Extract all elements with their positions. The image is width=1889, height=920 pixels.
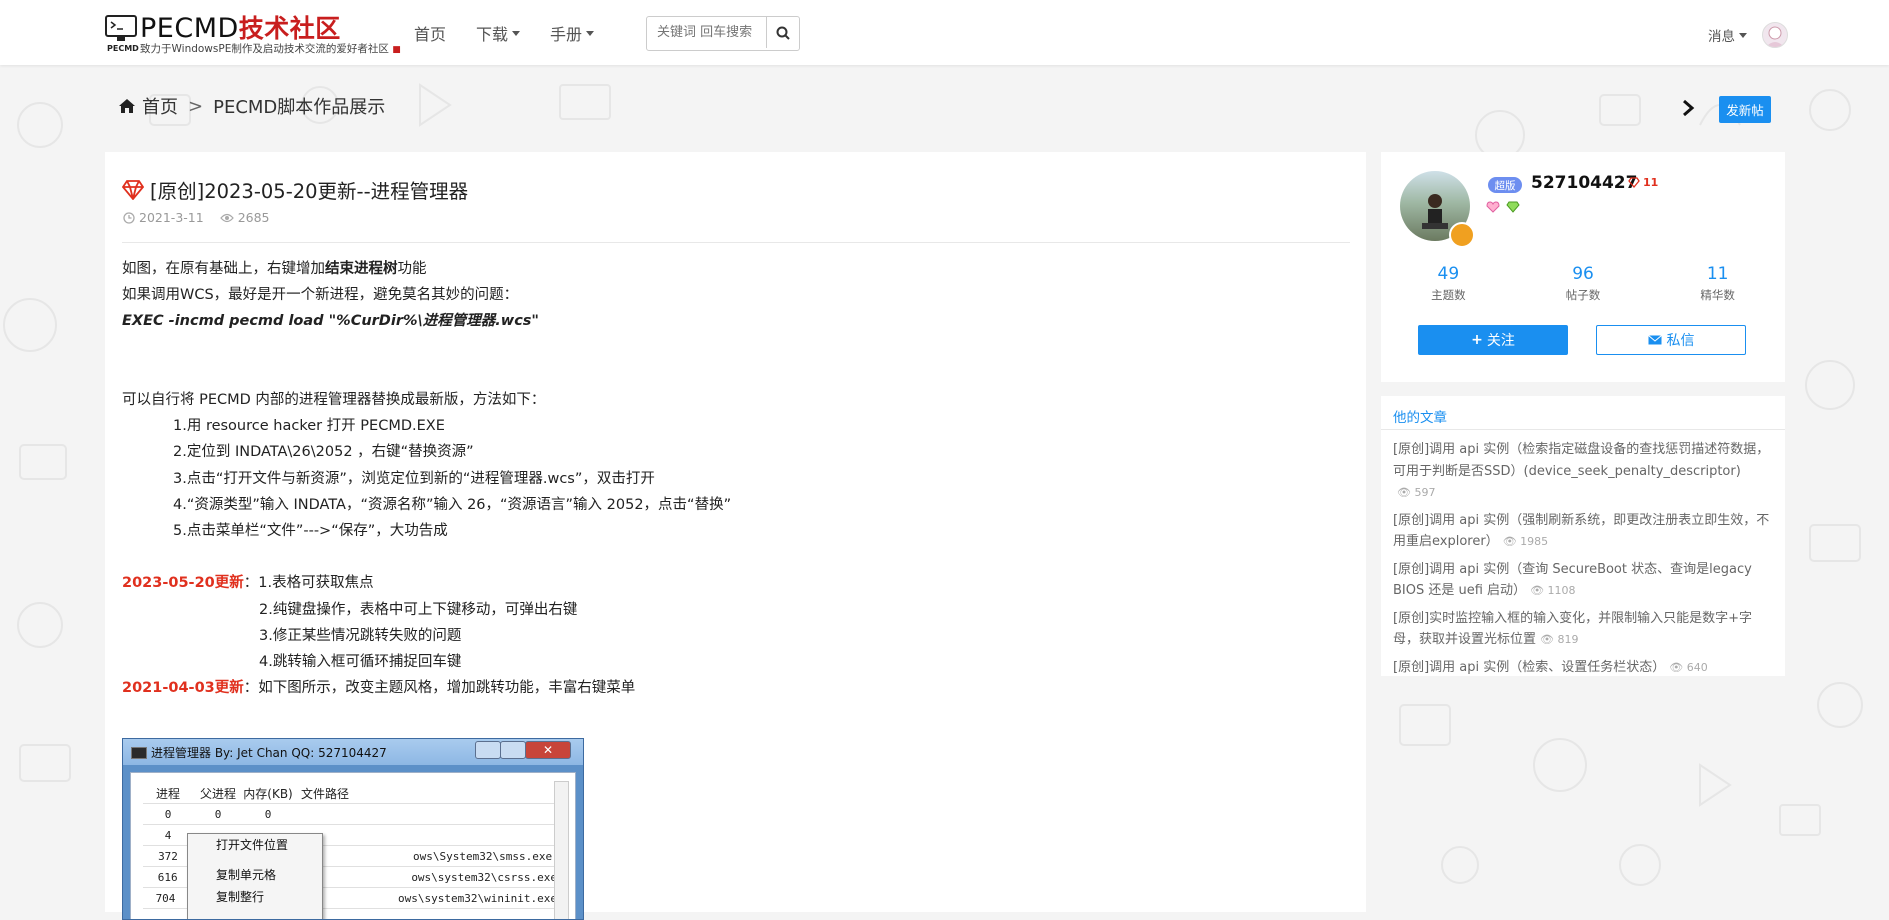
context-menu: 打开文件位置 复制单元格 复制整行: [187, 833, 323, 919]
nav-home[interactable]: 首页: [414, 21, 446, 45]
post-meta: 2021-3-11 2685: [123, 210, 270, 225]
update-line: 2023-05-20更新：1.表格可获取焦点: [122, 575, 374, 592]
top-navbar: PECMD技术社区 PECMD 致力于WindowsPE制作及启动技术交流的爱好…: [0, 0, 1889, 65]
nav-download[interactable]: 下载: [476, 21, 521, 45]
search-box: [646, 16, 800, 51]
search-input[interactable]: [647, 17, 767, 48]
screenshot-title: 进程管理器 By: Jet Chan QQ: 527104427: [151, 746, 387, 760]
main-nav: 首页 下载 手册: [414, 21, 624, 45]
screenshot-client: 进程 父进程 内存(KB) 文件路径 000 4 372 ows\System32…: [130, 772, 576, 919]
stat-posts[interactable]: 96 帖子数: [1516, 264, 1651, 303]
post-card: [原创]2023-05-20更新--进程管理器 2021-3-11 2685 如…: [105, 152, 1366, 920]
screenshot-titlebar: 进程管理器 By: Jet Chan QQ: 527104427 ✕: [123, 739, 583, 765]
scrollbar: [554, 781, 569, 919]
monitor-icon: [105, 15, 137, 41]
article-link[interactable]: [原创]实时监控输入框的输入变化，并限制输入只能是数字+字母，获取并设置光标位置…: [1393, 608, 1771, 651]
home-icon: [119, 99, 135, 113]
chevron-down-icon: [1739, 32, 1747, 38]
menu-item: 复制整行: [216, 890, 265, 904]
breadcrumb-separator: >: [188, 95, 204, 117]
article-views: 👁 640: [1669, 660, 1708, 674]
gem-icon: [1506, 201, 1520, 213]
step-item: 3.点击“打开文件与新资源”，浏览定位到新的“进程管理器.wcs”，双击打开: [173, 470, 655, 487]
divider: [122, 242, 1350, 243]
follow-button[interactable]: + 关注: [1418, 325, 1568, 355]
article-views: 👁 819: [1540, 633, 1579, 646]
post-text-line: 如果调用WCS，最好是开一个新进程，避免莫名其妙的问题：: [122, 287, 519, 304]
table-header: 进程 父进程 内存(KB) 文件路径: [143, 783, 557, 804]
breadcrumb-current[interactable]: PECMD脚本作品展示: [213, 93, 385, 119]
article-views: 👁 1108: [1530, 584, 1576, 597]
close-icon: ✕: [525, 741, 571, 759]
logo-title: PECMD技术社区: [140, 13, 341, 44]
eye-icon: [219, 213, 234, 222]
article-views: 👁 597: [1397, 486, 1436, 499]
post-views: 2685: [237, 210, 270, 225]
breadcrumb-home[interactable]: 首页: [142, 93, 178, 119]
messages-menu[interactable]: 消息: [1708, 25, 1747, 45]
update-line: 2021-04-03更新：如下图所示，改变主题风格，增加跳转功能，丰富右键菜单: [122, 680, 636, 697]
stat-threads[interactable]: 49 主题数: [1381, 264, 1516, 303]
chevron-down-icon: [586, 30, 595, 36]
step-item: 4.“资源类型”输入 INDATA，“资源名称”输入 26，“资源语言”输入 2…: [173, 496, 732, 513]
post-code-line: EXEC -incmd pecmd load "%CurDir%\进程管理器.w…: [122, 313, 539, 330]
logo-tag: PECMD: [107, 44, 139, 53]
author-level: 11: [1628, 176, 1658, 189]
plus-icon: +: [1471, 332, 1483, 348]
articles-list: [原创]调用 api 实例（检索指定磁盘设备的查找惩罚描述符数据，可用于判断是否…: [1393, 439, 1771, 684]
update-item: 2.纯键盘操作，表格中可上下键移动，可弹出右键: [259, 601, 578, 618]
step-item: 1.用 resource hacker 打开 PECMD.EXE: [173, 418, 445, 435]
heart-icon: [1486, 201, 1500, 213]
envelope-icon: [1647, 335, 1662, 345]
app-icon: [131, 747, 147, 759]
post-text-line: 可以自行将 PECMD 内部的进程管理器替换成最新版，方法如下：: [122, 391, 546, 408]
articles-title: 他的文章: [1393, 410, 1447, 426]
post-text-line: 如图，在原有基础上，右键增加结束进程树功能: [122, 261, 427, 277]
user-avatar[interactable]: [1762, 22, 1788, 48]
chevron-right-icon[interactable]: [1680, 99, 1696, 117]
author-articles: 他的文章 [原创]调用 api 实例（检索指定磁盘设备的查找惩罚描述符数据，可用…: [1381, 396, 1785, 676]
site-logo[interactable]: PECMD技术社区 PECMD 致力于WindowsPE制作及启动技术交流的爱好…: [105, 13, 401, 56]
diamond-icon: [122, 179, 144, 200]
search-icon: [776, 26, 790, 40]
step-item: 2.定位到 INDATA\26\2052 ，右键“替换资源”: [173, 444, 474, 461]
step-item: 5.点击菜单栏“文件”--->“保存”，大功告成: [173, 523, 448, 539]
post-title: [原创]2023-05-20更新--进程管理器: [122, 175, 468, 204]
update-item: 4.跳转输入框可循环捕捉回车键: [259, 654, 462, 670]
post-date: 2021-3-11: [139, 210, 204, 225]
minimize-icon: [475, 741, 501, 759]
medal-icon: [1449, 222, 1475, 248]
role-badge: 超版: [1488, 177, 1522, 193]
article-link[interactable]: [原创]调用 api 实例（检索指定磁盘设备的查找惩罚描述符数据，可用于判断是否…: [1393, 439, 1771, 504]
author-stats: 49 主题数 96 帖子数 11 精华数: [1381, 264, 1785, 303]
article-link[interactable]: [原创]调用 api 实例（检索、设置任务栏状态） 👁 640: [1393, 657, 1771, 679]
diamond-icon: [1628, 177, 1640, 188]
clock-icon: [123, 211, 135, 224]
new-post-button[interactable]: 发新帖: [1719, 96, 1771, 123]
article-views: 👁 1985: [1502, 535, 1549, 548]
article-link[interactable]: [原创]调用 api 实例（强制刷新系统，即更改注册表立即生效，不用重启expl…: [1393, 510, 1771, 553]
chevron-down-icon: [512, 30, 521, 36]
breadcrumb: 首页 > PECMD脚本作品展示: [118, 93, 385, 119]
author-card: 超版 527104427 11 49 主题数 96 帖子数 11 精华数 + 关注 私信: [1381, 152, 1785, 382]
author-name[interactable]: 527104427: [1531, 173, 1637, 193]
table-row: 000: [143, 804, 557, 825]
update-item: 3.修正某些情况跳转失败的问题: [259, 627, 462, 644]
author-medals: [1486, 201, 1520, 213]
stat-digests[interactable]: 11 精华数: [1650, 264, 1785, 303]
menu-item: 打开文件位置: [216, 838, 289, 852]
article-link[interactable]: [原创]调用 api 实例（查询 SecureBoot 状态、查询是legacy…: [1393, 559, 1771, 602]
nav-manual[interactable]: 手册: [550, 21, 595, 45]
divider: [1381, 429, 1785, 430]
post-screenshot: 进程管理器 By: Jet Chan QQ: 527104427 ✕ 进程 父进…: [122, 738, 584, 920]
private-message-button[interactable]: 私信: [1596, 325, 1746, 355]
post-body: 如图，在原有基础上，右键增加结束进程树功能 如果调用WCS，最好是开一个新进程，…: [122, 256, 1350, 701]
logo-subtitle: 致力于WindowsPE制作及启动技术交流的爱好者社区 ■: [140, 43, 401, 55]
maximize-icon: [500, 741, 526, 759]
menu-item: 复制单元格: [216, 868, 277, 882]
search-button[interactable]: [766, 17, 799, 48]
